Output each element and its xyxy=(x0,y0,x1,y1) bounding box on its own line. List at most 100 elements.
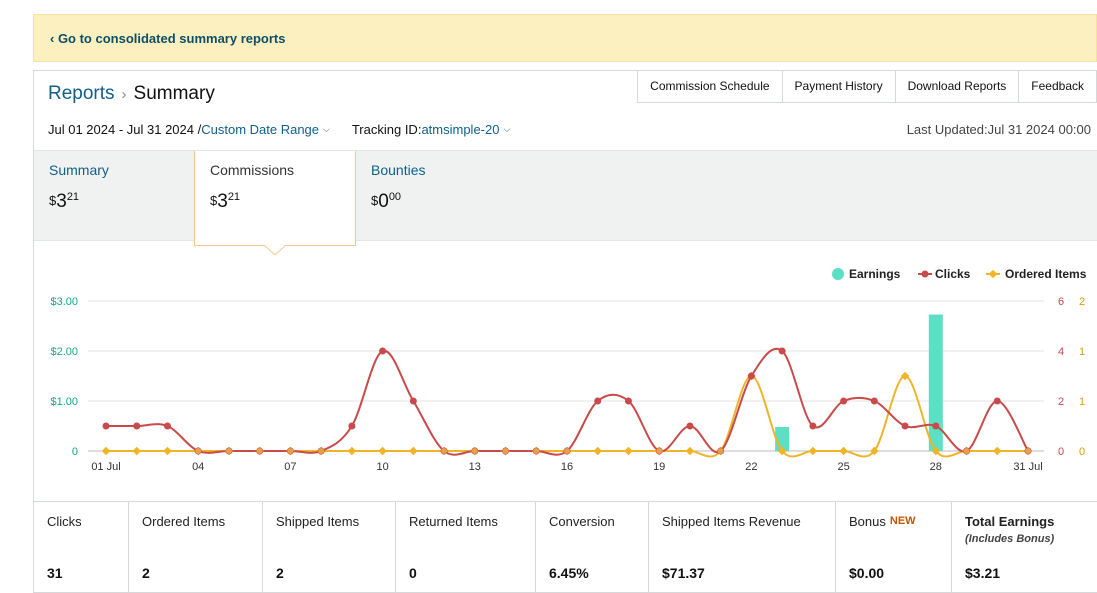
clicks-point xyxy=(163,422,171,430)
download-reports-tab[interactable]: Download Reports xyxy=(895,70,1020,103)
metric-shipped-revenue: Shipped Items Revenue $71.37 xyxy=(649,502,836,593)
earnings-chart: $3.00 6 2$2.00 4 1$1.00 2 10 0 001 Jul 04 07 10 13 16… xyxy=(50,267,1086,473)
metric-label: Total Earnings xyxy=(965,514,1055,529)
metric-returned-items: Returned Items 0 xyxy=(396,502,536,593)
filter-bar: Jul 01 2024 - Jul 31 2024 /Custom Date R… xyxy=(48,122,510,137)
baseline-point xyxy=(963,448,970,454)
x-axis-tick-label: 31 Jul xyxy=(1013,461,1042,473)
ordered-items-point xyxy=(839,446,848,456)
clicks-point xyxy=(840,397,848,405)
baseline-point xyxy=(717,448,724,454)
bounties-tab[interactable]: Bounties $000 xyxy=(356,151,516,241)
metric-value: $3.21 xyxy=(965,565,1001,581)
tracking-id-value: atmsimple-20 xyxy=(421,122,500,137)
chevron-down-icon: ⌵ xyxy=(323,124,330,134)
clicks-point xyxy=(932,422,940,430)
clicks-point xyxy=(624,397,632,405)
x-axis-tick-label: 28 xyxy=(930,461,942,473)
ordered-items-point xyxy=(347,446,357,456)
breadcrumb-reports-link[interactable]: Reports xyxy=(48,83,115,104)
tracking-id-dropdown[interactable]: atmsimple-20 ⌵ xyxy=(421,122,510,137)
earnings-legend-label: Earnings xyxy=(849,267,901,281)
baseline-point xyxy=(256,448,263,454)
ordered-items-point xyxy=(685,446,695,456)
ordered-items-point xyxy=(378,446,387,456)
metric-value: 2 xyxy=(276,565,284,581)
feedback-tab[interactable]: Feedback xyxy=(1019,70,1097,103)
ordered-items-point xyxy=(808,446,818,456)
baseline-point xyxy=(564,448,570,454)
summary-tab-value: $321 xyxy=(49,191,80,212)
commissions-tab-label: Commissions xyxy=(210,162,295,178)
chart-lines xyxy=(106,347,1029,458)
baseline-point xyxy=(533,448,540,454)
right-axis-ordered-tick-label: 1 xyxy=(1079,346,1085,358)
clicks-point xyxy=(747,372,755,380)
x-axis-tick-label: 04 xyxy=(192,461,204,473)
left-axis-tick-label: 0 xyxy=(72,446,78,458)
commissions-tab[interactable]: Commissions $321 xyxy=(194,151,356,246)
metric-value: 31 xyxy=(47,565,63,581)
clicks-point xyxy=(778,347,786,355)
clicks-point xyxy=(409,397,417,405)
clicks-point xyxy=(809,422,817,430)
page: ‹ Go to consolidated summary reports Rep… xyxy=(0,0,1097,593)
clicks-line xyxy=(106,347,1029,456)
clicks-point xyxy=(594,397,602,405)
ordered-items-point xyxy=(132,446,141,456)
commissions-tab-value: $321 xyxy=(210,191,241,212)
x-axis-tick-label: 01 Jul xyxy=(91,461,120,473)
right-axis-ordered-tick-label: 2 xyxy=(1079,296,1085,308)
metric-label: Clicks xyxy=(47,514,82,529)
last-updated: Last Updated:Jul 31 2024 00:00 xyxy=(906,122,1091,137)
ordered-items-point xyxy=(624,446,633,456)
date-range-dropdown-label: Custom Date Range xyxy=(201,122,320,137)
clicks-point xyxy=(870,397,878,405)
consolidated-banner: ‹ Go to consolidated summary reports xyxy=(33,14,1097,62)
ordered-items-line xyxy=(106,374,1028,458)
ordered-items-point xyxy=(409,446,418,456)
metric-label: Conversion xyxy=(549,514,615,529)
clicks-legend-icon xyxy=(921,270,929,278)
earnings-bars xyxy=(775,314,943,451)
date-range-dropdown[interactable]: Custom Date Range ⌵ xyxy=(201,122,330,137)
baseline-point xyxy=(502,448,509,454)
x-axis-tick-label: 07 xyxy=(284,461,296,473)
date-range-text: Jul 01 2024 - Jul 31 2024 / xyxy=(48,122,202,137)
clicks-point xyxy=(379,347,387,355)
left-axis-tick-label: $1.00 xyxy=(50,396,78,408)
baseline-point xyxy=(471,448,478,454)
metric-label: Ordered Items xyxy=(142,514,226,529)
metric-label: Bonus NEW xyxy=(849,514,916,529)
right-axis-clicks-tick-label: 4 xyxy=(1058,346,1064,358)
ordered-items-point xyxy=(593,446,602,456)
metric-shipped-items: Shipped Items 2 xyxy=(263,502,396,593)
metric-value: 2 xyxy=(142,565,150,581)
new-badge: NEW xyxy=(889,515,916,527)
clicks-point xyxy=(348,422,356,430)
summary-tab-label: Summary xyxy=(49,162,109,178)
ordered-items-point xyxy=(163,446,172,456)
baseline-point xyxy=(318,448,325,454)
commission-schedule-tab[interactable]: Commission Schedule xyxy=(637,70,783,103)
metric-value: $0.00 xyxy=(849,565,885,581)
ordered-items-point xyxy=(993,446,1002,456)
clicks-point xyxy=(686,422,694,430)
metric-value: $71.37 xyxy=(662,565,705,581)
ordered-items-point xyxy=(101,446,111,456)
x-axis-tick-label: 22 xyxy=(745,461,757,473)
summary-tab[interactable]: Summary $321 xyxy=(34,151,194,241)
earnings-legend-icon xyxy=(832,268,844,280)
baseline-point xyxy=(195,448,202,454)
metric-total-earnings: Total Earnings (Includes Bonus) $3.21 xyxy=(952,502,1097,593)
baseline-point xyxy=(1025,448,1031,454)
x-axis-tick-label: 19 xyxy=(653,461,665,473)
right-axis-ordered-tick-label: 1 xyxy=(1079,396,1085,408)
consolidated-summary-link[interactable]: ‹ Go to consolidated summary reports xyxy=(50,31,286,46)
clicks-point xyxy=(901,422,909,430)
payment-history-tab[interactable]: Payment History xyxy=(782,70,896,103)
tracking-id-label: Tracking ID: xyxy=(351,122,422,137)
clicks-legend-label: Clicks xyxy=(935,267,971,281)
right-axis-clicks-tick-label: 2 xyxy=(1058,396,1064,408)
metric-sublabel: (Includes Bonus) xyxy=(965,533,1055,545)
